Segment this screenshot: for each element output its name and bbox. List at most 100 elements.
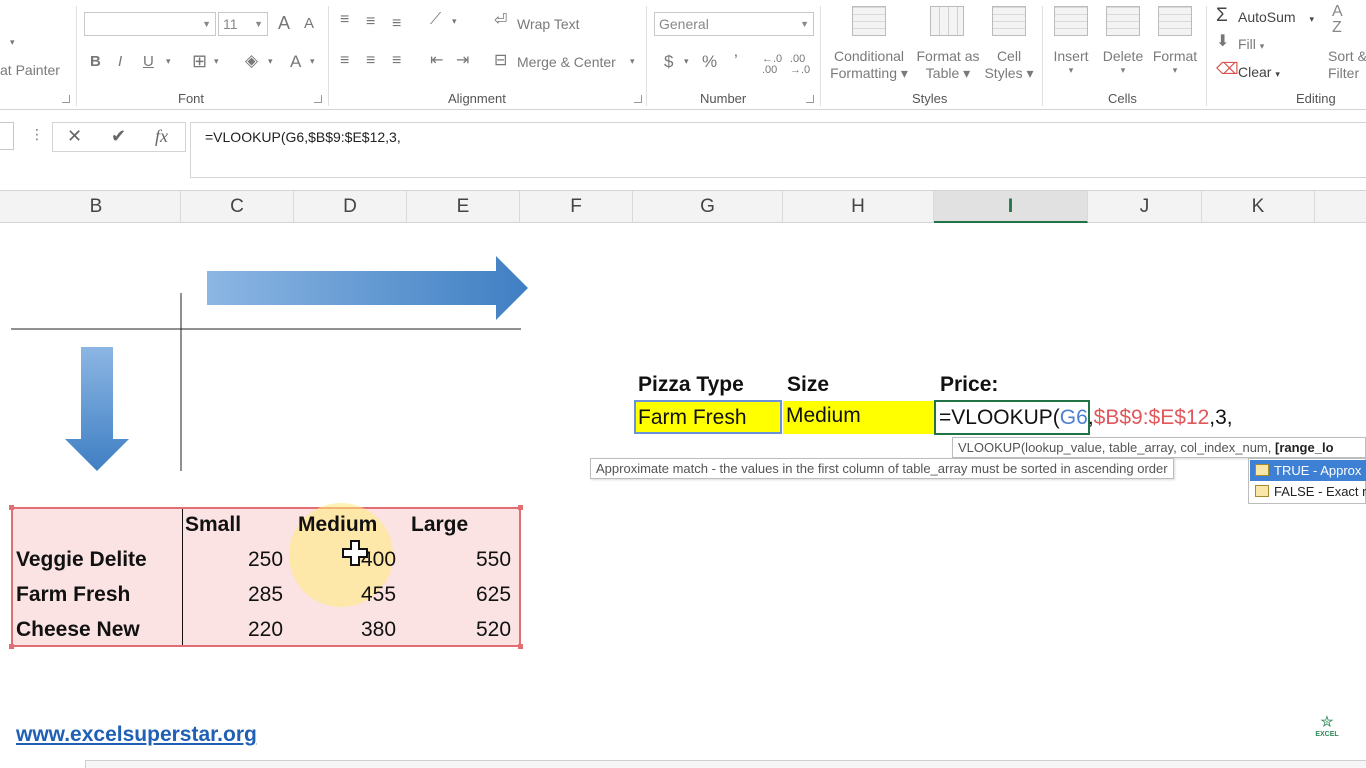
orientation-icon[interactable]: ⟋ — [430, 12, 441, 28]
conditional-formatting-label-2: Formatting ▾ — [830, 64, 908, 81]
name-box[interactable] — [0, 122, 14, 150]
autocomplete-item-true[interactable]: TRUE - Approx — [1250, 460, 1366, 481]
formula-input[interactable]: =VLOOKUP(G6,$B$9:$E$12,3, — [190, 122, 1366, 178]
fill-icon[interactable]: ⬇ — [1216, 34, 1229, 50]
size-cell[interactable]: Medium — [783, 401, 934, 434]
align-left-icon[interactable]: ≡ — [340, 53, 349, 69]
chevron-down-icon: ▾ — [1120, 64, 1126, 75]
column-header-c[interactable]: C — [181, 191, 294, 223]
down-arrow-shape[interactable] — [65, 347, 129, 471]
column-header-i[interactable]: I — [934, 191, 1088, 223]
price-cell-editing[interactable]: =VLOOKUP(G6,$B$9:$E$12,3, — [934, 400, 1233, 435]
column-header-e[interactable]: E — [407, 191, 520, 223]
italic-button[interactable]: I — [118, 54, 122, 69]
column-header-k[interactable]: K — [1202, 191, 1315, 223]
styles-group-label: Styles — [912, 91, 948, 106]
column-header-b[interactable]: B — [12, 191, 181, 223]
column-header-h[interactable]: H — [783, 191, 934, 223]
size-value: Medium — [786, 404, 861, 427]
percent-icon[interactable]: % — [702, 53, 717, 70]
insert-cells-button[interactable]: Insert ▾ — [1046, 48, 1096, 76]
underline-button[interactable]: U — [143, 54, 154, 69]
resize-handle[interactable] — [9, 505, 14, 510]
format-as-table-icon[interactable] — [930, 6, 964, 36]
eraser-icon[interactable]: ⌫ — [1216, 62, 1239, 78]
fill-color-dropdown-icon[interactable]: ▾ — [268, 57, 273, 66]
cancel-button[interactable]: ✕ — [67, 126, 82, 147]
cell-styles-button[interactable]: Cell Styles ▾ — [982, 48, 1036, 82]
table-cell: 220 — [248, 618, 284, 641]
align-right-icon[interactable]: ≡ — [392, 53, 401, 69]
increase-indent-icon[interactable]: ⇥ — [456, 53, 469, 69]
column-header-g[interactable]: G — [633, 191, 783, 223]
insert-cells-icon[interactable] — [1054, 6, 1088, 36]
table-row-label: Cheese New — [16, 618, 140, 641]
wrap-text-button[interactable]: Wrap Text — [517, 16, 580, 33]
autosum-button[interactable]: AutoSum ▾ — [1238, 9, 1314, 26]
merge-center-button[interactable]: Merge & Center — [517, 54, 616, 71]
pizza-type-cell[interactable]: Farm Fresh — [634, 400, 782, 434]
align-top-icon[interactable]: ≡ — [340, 12, 349, 28]
website-link[interactable]: www.excelsuperstar.org — [16, 723, 257, 747]
right-arrow-shape[interactable] — [207, 256, 528, 320]
increase-decimal-icon[interactable]: ←.0.00 — [762, 54, 782, 76]
orientation-dropdown-icon[interactable]: ▾ — [452, 17, 457, 26]
borders-icon[interactable]: ⊞ — [192, 52, 207, 70]
decrease-indent-icon[interactable]: ⇤ — [430, 53, 443, 69]
merge-dropdown-icon[interactable]: ▾ — [630, 57, 635, 66]
column-header-j[interactable]: J — [1088, 191, 1202, 223]
font-launcher-icon[interactable] — [314, 95, 322, 103]
format-painter-button[interactable]: at Painter — [0, 62, 60, 79]
group-separator — [1042, 6, 1043, 106]
delete-cells-icon[interactable] — [1106, 6, 1140, 36]
format-as-table-button[interactable]: Format as Table ▾ — [912, 48, 984, 82]
currency-icon[interactable]: $ — [664, 53, 673, 70]
cell-styles-icon[interactable] — [992, 6, 1026, 36]
align-center-icon[interactable]: ≡ — [366, 53, 375, 69]
autocomplete-item-false[interactable]: FALSE - Exact r — [1250, 481, 1366, 502]
font-color-icon[interactable]: A — [290, 53, 301, 70]
conditional-formatting-button[interactable]: Conditional Formatting ▾ — [826, 48, 912, 82]
number-format-select[interactable]: General ▼ — [654, 12, 814, 36]
resize-handle[interactable] — [518, 644, 523, 649]
merge-center-icon[interactable]: ⊟ — [494, 53, 507, 69]
autosum-icon[interactable]: Σ — [1216, 6, 1228, 25]
column-header-d[interactable]: D — [294, 191, 407, 223]
comma-style-icon[interactable]: ’ — [734, 52, 738, 69]
conditional-formatting-icon[interactable] — [852, 6, 886, 36]
table-cell: 250 — [248, 548, 284, 571]
decrease-decimal-icon[interactable]: .00 →.0 — [790, 54, 810, 76]
borders-dropdown-icon[interactable]: ▾ — [214, 57, 219, 66]
shrink-font-icon[interactable]: A — [304, 16, 314, 31]
number-launcher-icon[interactable] — [806, 95, 814, 103]
worksheet[interactable]: Pizza Type Size Price: Farm Fresh Medium… — [0, 223, 1366, 768]
align-bottom-icon[interactable]: ≡ — [392, 16, 401, 32]
clipboard-dropdown-icon[interactable]: ▾ — [10, 38, 15, 47]
sort-filter-button[interactable]: Sort & Filter — [1328, 48, 1366, 82]
number-group-label: Number — [700, 91, 747, 106]
font-size-select[interactable]: 11 ▼ — [218, 12, 268, 36]
bold-button[interactable]: B — [90, 54, 101, 69]
format-cells-button[interactable]: Format ▾ — [1148, 48, 1202, 76]
enter-button[interactable]: ✔ — [111, 126, 126, 147]
sort-filter-icon[interactable]: AZ — [1332, 4, 1343, 36]
column-header-f[interactable]: F — [520, 191, 633, 223]
grow-font-icon[interactable]: A — [278, 14, 290, 32]
fill-color-icon[interactable]: ◈ — [245, 52, 258, 69]
underline-dropdown-icon[interactable]: ▾ — [166, 57, 171, 66]
insert-function-button[interactable]: fx — [155, 126, 168, 147]
wrap-text-icon[interactable]: ⏎ — [494, 13, 507, 29]
delete-cells-button[interactable]: Delete ▾ — [1098, 48, 1148, 76]
font-name-select[interactable]: ▼ — [84, 12, 216, 36]
format-cells-icon[interactable] — [1158, 6, 1192, 36]
align-middle-icon[interactable]: ≡ — [366, 14, 375, 30]
resize-handle[interactable] — [518, 505, 523, 510]
currency-dropdown-icon[interactable]: ▾ — [684, 57, 689, 66]
clipboard-launcher-icon[interactable] — [62, 95, 70, 103]
alignment-launcher-icon[interactable] — [634, 95, 642, 103]
fill-button[interactable]: Fill ▾ — [1238, 36, 1264, 53]
cell-styles-label-2: Styles ▾ — [984, 64, 1034, 81]
resize-handle[interactable] — [9, 644, 14, 649]
clear-button[interactable]: Clear ▾ — [1238, 64, 1280, 81]
font-color-dropdown-icon[interactable]: ▾ — [310, 57, 315, 66]
